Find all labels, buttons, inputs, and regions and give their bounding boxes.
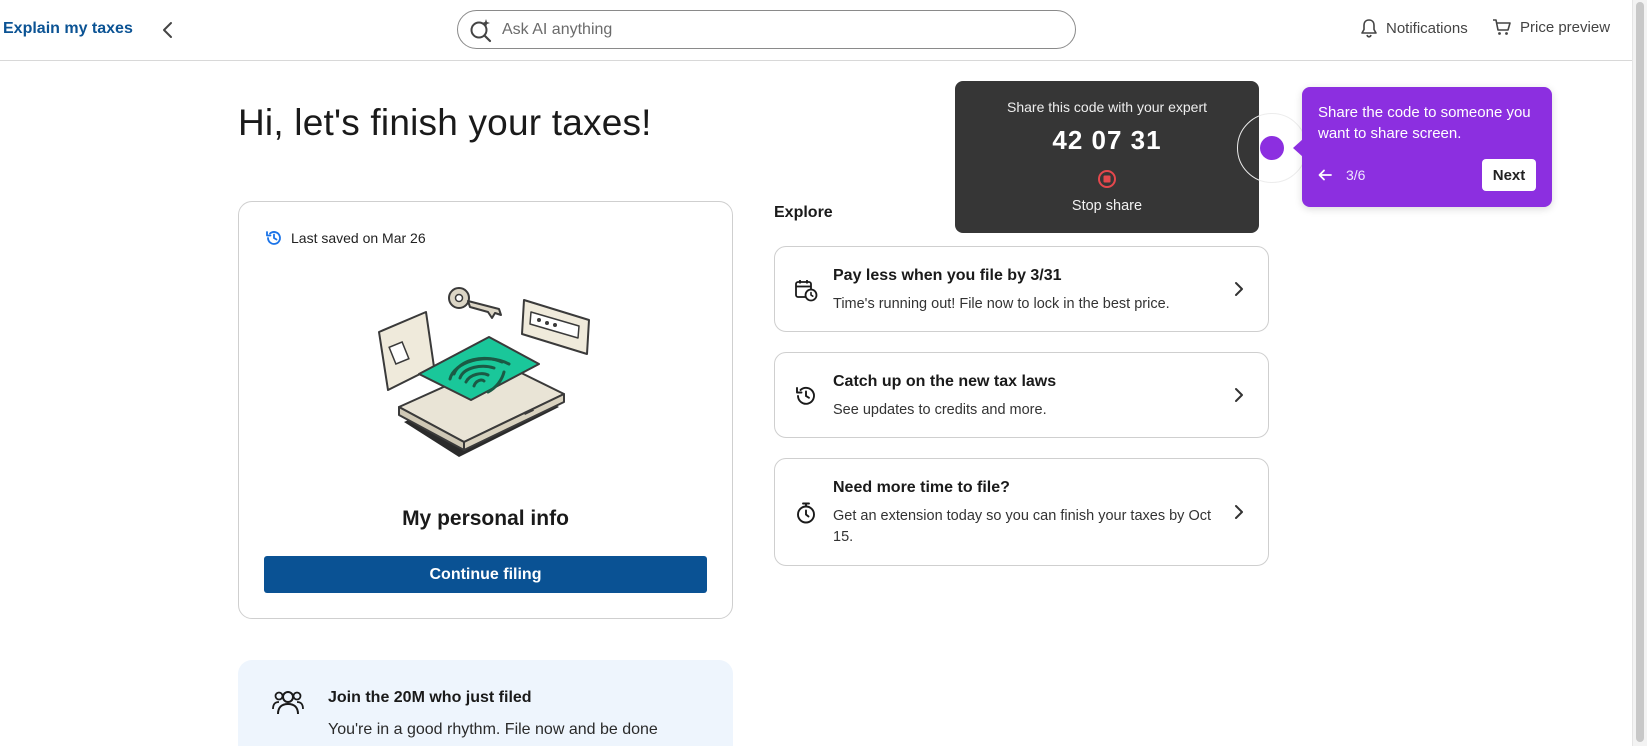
ai-search-input[interactable]	[502, 20, 1042, 39]
explore-card-title: Pay less when you file by 3/31	[833, 267, 1062, 284]
coach-tooltip: Share the code to someone you want to sh…	[1293, 87, 1552, 207]
explore-card-title: Need more time to file?	[833, 479, 1010, 496]
share-code-label: Share this code with your expert	[1007, 99, 1207, 115]
explain-my-taxes-link[interactable]: Explain my taxes	[3, 20, 133, 38]
cart-icon	[1493, 19, 1511, 35]
continue-filing-button[interactable]: Continue filing	[264, 556, 707, 593]
fingerprint-phone-illustration	[378, 287, 590, 457]
price-preview-label: Price preview	[1520, 18, 1611, 36]
price-preview-button[interactable]: Price preview	[1492, 18, 1610, 36]
collapse-panel-button[interactable]	[156, 18, 178, 42]
coach-tooltip-text: Share the code to someone you want to sh…	[1318, 104, 1531, 142]
explore-card-file-by-deadline[interactable]: Pay less when you file by 3/31 Time's ru…	[774, 246, 1269, 332]
coach-next-button[interactable]: Next	[1482, 159, 1536, 191]
explore-card-title: Catch up on the new tax laws	[833, 373, 1057, 390]
explore-card-subtitle: See updates to credits and more.	[833, 402, 1047, 418]
notifications-button[interactable]: Notifications	[1360, 18, 1468, 38]
stop-share-button[interactable]: Stop share	[955, 198, 1259, 214]
scrollbar-thumb[interactable]	[1636, 2, 1644, 742]
history-icon	[793, 383, 819, 409]
stop-record-icon[interactable]	[1097, 169, 1117, 189]
join-banner-text: You're in a good rhythm. File now and be…	[328, 721, 658, 738]
chevron-right-icon	[1230, 385, 1248, 405]
personal-info-card: Last saved on Mar 26 My personal info Co…	[238, 201, 733, 619]
people-group-icon	[272, 691, 304, 715]
page: Explain my taxes Notifications	[0, 0, 1647, 746]
bell-icon	[1361, 19, 1377, 38]
page-scrollbar[interactable]	[1632, 0, 1647, 746]
explore-heading: Explore	[774, 204, 833, 221]
coach-mark-dot	[1260, 136, 1284, 160]
stopwatch-icon	[793, 500, 819, 526]
join-banner: Join the 20M who just filed You're in a …	[238, 660, 733, 746]
coach-step-counter: 3/6	[1346, 167, 1366, 183]
share-code-value: 42 07 31	[1052, 125, 1162, 155]
chevron-right-icon	[1230, 502, 1248, 522]
join-banner-title: Join the 20M who just filed	[328, 689, 532, 706]
chevron-left-icon	[163, 22, 172, 38]
explore-card-subtitle: Time's running out! File now to lock in …	[833, 296, 1170, 312]
calendar-clock-icon	[793, 277, 819, 303]
chevron-right-icon	[1230, 279, 1248, 299]
last-saved-text: Last saved on Mar 26	[291, 230, 426, 246]
explore-card-subtitle: Get an extension today so you can finish…	[833, 508, 1212, 545]
share-code-panel: Share this code with your expert 42 07 3…	[955, 81, 1259, 233]
personal-info-title: My personal info	[402, 507, 569, 530]
explore-card-new-tax-laws[interactable]: Catch up on the new tax laws See updates…	[774, 352, 1269, 438]
last-saved-status: Last saved on Mar 26	[265, 229, 426, 247]
history-icon	[266, 231, 281, 245]
page-title: Hi, let's finish your taxes!	[238, 102, 652, 143]
ai-search-icon	[468, 17, 494, 43]
top-bar: Explain my taxes Notifications	[0, 0, 1632, 61]
arrow-left-icon[interactable]	[1318, 168, 1332, 182]
ai-search-bar[interactable]	[457, 10, 1076, 49]
explore-card-extension[interactable]: Need more time to file? Get an extension…	[774, 458, 1269, 566]
notifications-label: Notifications	[1386, 19, 1468, 37]
